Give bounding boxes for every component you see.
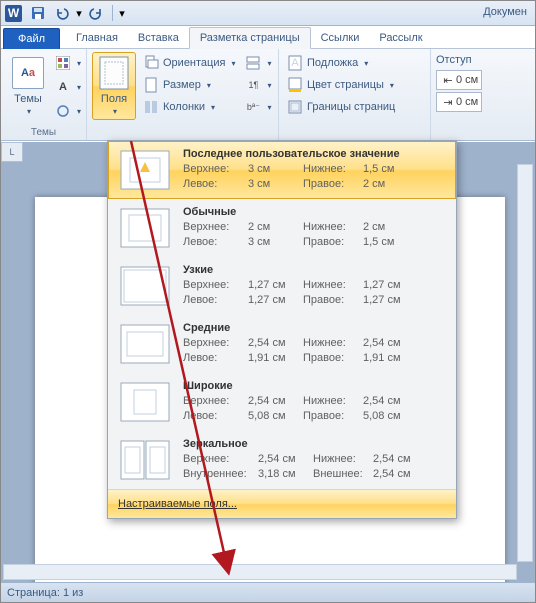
margins-preview-icon [117, 264, 173, 308]
ribbon-tabs: Файл Главная Вставка Разметка страницы С… [1, 26, 535, 49]
size-button[interactable]: Размер▾ [140, 74, 238, 96]
svg-text:A: A [291, 57, 299, 69]
page-color-icon [287, 77, 303, 93]
hyphenation-button[interactable]: bª⁻▾ [242, 96, 274, 118]
margins-preview-icon [117, 380, 173, 424]
vertical-scrollbar[interactable] [517, 164, 533, 562]
margins-option-narrow[interactable]: Узкие Верхнее:1,27 смНижнее:1,27 см Лево… [108, 257, 456, 315]
theme-fonts-button[interactable]: A▾ [52, 76, 84, 98]
group-label-themes: Темы [6, 125, 81, 140]
tab-home[interactable]: Главная [66, 28, 128, 48]
group-themes: Aa Темы ▾ ▾ A▾ ▾ Темы [1, 49, 87, 140]
quick-access-toolbar: ▾ ▾ [27, 3, 126, 23]
orientation-icon [143, 55, 159, 71]
ruler-corner[interactable]: L [1, 142, 23, 162]
tab-references[interactable]: Ссылки [311, 28, 370, 48]
page-color-button[interactable]: Цвет страницы▾ [284, 74, 398, 96]
themes-button[interactable]: Aa Темы ▾ [6, 52, 50, 120]
horizontal-scrollbar[interactable] [3, 564, 517, 580]
option-title: Средние [183, 322, 447, 334]
hyphenation-icon: bª⁻ [245, 99, 261, 115]
margins-preview-icon [117, 438, 173, 482]
tab-page-layout[interactable]: Разметка страницы [189, 27, 311, 49]
indent-left-icon: ⇤ [440, 72, 456, 88]
page-borders-button[interactable]: Границы страниц [284, 96, 398, 118]
indent-right-icon: ⇥ [440, 94, 456, 110]
margins-option-wide[interactable]: Широкие Верхнее:2,54 смНижнее:2,54 см Ле… [108, 373, 456, 431]
columns-button[interactable]: Колонки▾ [140, 96, 238, 118]
themes-icon: Aa [12, 57, 44, 89]
colors-icon [55, 55, 71, 71]
option-title: Узкие [183, 264, 447, 276]
effects-icon [55, 103, 71, 119]
margins-option-moderate[interactable]: Средние Верхнее:2,54 смНижнее:2,54 см Ле… [108, 315, 456, 373]
fonts-icon: A [55, 79, 71, 95]
margins-option-normal[interactable]: Обычные Верхнее:2 смНижнее:2 см Левое:3 … [108, 199, 456, 257]
qat-customize-icon[interactable]: ▾ [118, 7, 126, 20]
document-title: Докумен [483, 6, 527, 18]
chevron-down-icon: ▾ [27, 107, 31, 116]
status-bar: Страница: 1 из [1, 582, 535, 602]
margins-label: Поля [101, 93, 127, 105]
orientation-button[interactable]: Ориентация▾ [140, 52, 238, 74]
columns-icon [143, 99, 159, 115]
option-title: Последнее пользовательское значение [183, 148, 447, 160]
themes-label: Темы [14, 93, 42, 105]
tab-mailings[interactable]: Рассылк [369, 28, 432, 48]
option-title: Зеркальное [183, 438, 447, 450]
indent-label: Отступ [436, 52, 482, 70]
page-status: Страница: 1 из [7, 587, 83, 599]
tab-insert[interactable]: Вставка [128, 28, 189, 48]
line-numbers-icon: 1¶ [245, 77, 261, 93]
margins-option-mirrored[interactable]: Зеркальное Верхнее:2,54 смНижнее:2,54 см… [108, 431, 456, 489]
margins-option-last[interactable]: Последнее пользовательское значение Верх… [108, 141, 456, 199]
group-paragraph: Отступ ⇤0 см ⇥0 см [431, 49, 535, 140]
theme-colors-button[interactable]: ▾ [52, 52, 84, 74]
watermark-button[interactable]: AПодложка▾ [284, 52, 398, 74]
page-borders-icon [287, 99, 303, 115]
size-icon [143, 77, 159, 93]
option-title: Широкие [183, 380, 447, 392]
margins-dropdown: Последнее пользовательское значение Верх… [107, 140, 457, 519]
margins-button[interactable]: Поля ▾ [92, 52, 136, 120]
margins-preview-icon [117, 322, 173, 366]
title-bar: W ▾ ▾ Докумен [1, 1, 535, 26]
chevron-down-icon: ▾ [113, 107, 117, 116]
margins-preview-icon [117, 206, 173, 250]
watermark-icon: A [287, 55, 303, 71]
qat-separator [112, 5, 113, 21]
app-icon: W [5, 5, 22, 22]
breaks-button[interactable]: ▾ [242, 52, 274, 74]
redo-button[interactable] [85, 3, 107, 23]
option-title: Обычные [183, 206, 447, 218]
margins-icon [98, 57, 130, 89]
indent-right-input[interactable]: ⇥0 см [436, 92, 482, 112]
undo-dropdown-icon[interactable]: ▾ [75, 7, 83, 20]
undo-button[interactable] [51, 3, 73, 23]
custom-margins-button[interactable]: Настраиваемые поля... [108, 489, 456, 518]
save-button[interactable] [27, 3, 49, 23]
group-page-background: AПодложка▾ Цвет страницы▾ Границы страни… [279, 49, 431, 140]
tab-file[interactable]: Файл [3, 28, 60, 49]
theme-effects-button[interactable]: ▾ [52, 100, 84, 122]
margins-preview-icon [117, 148, 173, 192]
ribbon: Aa Темы▾ ▾ A▾ ▾ Темы Поля ▾ Ориентация▾ … [1, 49, 535, 141]
group-page-setup: Поля ▾ Ориентация▾ Размер▾ Колонки▾ ▾ 1¶… [87, 49, 279, 140]
breaks-icon [245, 55, 261, 71]
line-numbers-button[interactable]: 1¶▾ [242, 74, 274, 96]
indent-left-input[interactable]: ⇤0 см [436, 70, 482, 90]
